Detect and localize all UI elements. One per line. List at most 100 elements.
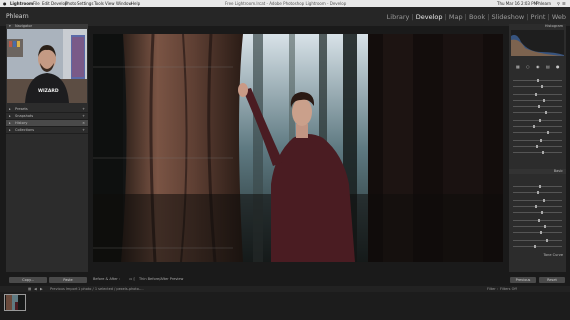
slider-thumb[interactable] [539, 185, 541, 188]
graduated-filter-icon[interactable]: ▤ [546, 64, 550, 69]
main-photo[interactable] [93, 34, 503, 262]
slider-track[interactable] [513, 131, 562, 134]
toolbar-text: Thin Before/After Preview [139, 277, 184, 281]
menu-photo[interactable]: Photo [65, 0, 76, 7]
tone-curve-header[interactable]: Tone Curve [509, 253, 566, 258]
slider-track[interactable] [513, 199, 562, 202]
slider-thumb[interactable] [541, 211, 543, 214]
previous-button[interactable]: Previous [510, 277, 536, 283]
slider-track[interactable] [513, 111, 562, 114]
slider-thumb[interactable] [540, 139, 542, 142]
module-book[interactable]: Book [469, 13, 485, 21]
slider-track[interactable] [513, 205, 562, 208]
copy-button[interactable]: Copy... [9, 277, 47, 283]
slider-thumb[interactable] [534, 245, 536, 248]
slider-track[interactable] [513, 191, 562, 194]
slider-thumb[interactable] [543, 99, 545, 102]
panel-snapshots[interactable]: ▸ Snapshots + [6, 113, 88, 120]
menu-view[interactable]: View [105, 0, 115, 7]
slider-track[interactable] [513, 219, 562, 222]
spot-removal-icon[interactable]: ○ [526, 64, 530, 69]
slider-track[interactable] [513, 145, 562, 148]
slider-track[interactable] [513, 79, 562, 82]
slider-track[interactable] [513, 245, 562, 248]
slider-thumb[interactable] [535, 205, 537, 208]
module-develop[interactable]: Develop [416, 13, 443, 21]
plus-icon[interactable]: + [82, 113, 85, 119]
slider-track[interactable] [513, 93, 562, 96]
slider-thumb[interactable] [540, 231, 542, 234]
panel-presets[interactable]: ▸ Presets + [6, 106, 88, 113]
slider-thumb[interactable] [535, 93, 537, 96]
slider-thumb[interactable] [533, 125, 535, 128]
slider-track[interactable] [513, 151, 562, 154]
menu-tools[interactable]: Tools [94, 0, 104, 7]
module-library[interactable]: Library [387, 13, 410, 21]
red-eye-icon[interactable]: ◉ [536, 64, 540, 69]
module-print[interactable]: Print [531, 13, 546, 21]
slider-thumb[interactable] [538, 219, 540, 222]
before-after-label[interactable]: Before & After : [93, 276, 120, 283]
module-map[interactable]: Map [449, 13, 463, 21]
right-panel: Histogram ▦ ○ ◉ ▤ ● Basic Tone Curve [509, 24, 566, 272]
slider-thumb[interactable] [538, 105, 540, 108]
menu-app[interactable]: Lightroom [10, 0, 33, 7]
develop-toolbar: Before & After : ▭ ▯ Thin Before/After P… [93, 276, 503, 283]
identity-plate: Phlearn [6, 13, 29, 20]
slider-thumb[interactable] [539, 119, 541, 122]
slider-track[interactable] [513, 211, 562, 214]
crop-icon[interactable]: ▦ [516, 64, 520, 69]
paste-button[interactable]: Paste [49, 277, 87, 283]
menu-window[interactable]: Window [116, 0, 132, 7]
slider-track[interactable] [513, 125, 562, 128]
slider-thumb[interactable] [542, 151, 544, 154]
menu-list-icon[interactable]: ☰ [562, 0, 566, 7]
module-slideshow[interactable]: Slideshow [491, 13, 524, 21]
slider-track[interactable] [513, 139, 562, 142]
panel-collections[interactable]: ▸ Collections + [6, 127, 88, 134]
slider-track[interactable] [513, 185, 562, 188]
slider-track[interactable] [513, 225, 562, 228]
slider-track[interactable] [513, 239, 562, 242]
slider-track[interactable] [513, 119, 562, 122]
menu-edit[interactable]: Edit [42, 0, 50, 7]
slider-thumb[interactable] [546, 239, 548, 242]
plus-icon[interactable]: + [82, 106, 85, 112]
search-icon[interactable]: ⚲ [557, 0, 560, 7]
panel-triangle-icon: ▸ [9, 121, 11, 125]
slider-thumb[interactable] [537, 79, 539, 82]
basic-header[interactable]: Basic [509, 169, 566, 174]
filmstrip-thumbnail[interactable] [4, 294, 26, 311]
slider-thumb[interactable] [537, 191, 539, 194]
slider-thumb[interactable] [544, 225, 546, 228]
slider-thumb[interactable] [543, 199, 545, 202]
module-separator: | [464, 13, 467, 21]
thumbnail-image [5, 295, 25, 310]
slider-thumb[interactable] [545, 111, 547, 114]
adjustment-brush-icon[interactable]: ● [556, 64, 560, 69]
plus-icon[interactable]: + [82, 127, 85, 133]
slider-track[interactable] [513, 231, 562, 234]
filmstrip [0, 292, 570, 320]
apple-icon[interactable]: ● [3, 0, 7, 7]
slider-thumb[interactable] [541, 85, 543, 88]
histogram-header[interactable]: Histogram [509, 24, 566, 29]
histogram [511, 30, 564, 56]
menu-help[interactable]: Help [131, 0, 140, 7]
close-icon[interactable]: × [82, 120, 85, 126]
reset-button[interactable]: Reset [539, 277, 565, 283]
module-web[interactable]: Web [552, 13, 566, 21]
slider-thumb[interactable] [547, 131, 549, 134]
slider-track[interactable] [513, 85, 562, 88]
slider-thumb[interactable] [536, 145, 538, 148]
module-picker: Library | Develop | Map | Book | Slidesh… [387, 13, 566, 21]
slider-track[interactable] [513, 99, 562, 102]
menu-settings[interactable]: Settings [77, 0, 93, 7]
slider-track[interactable] [513, 105, 562, 108]
basic-label: Basic [553, 169, 563, 173]
menu-file[interactable]: File [33, 0, 40, 7]
before-after-toggle[interactable]: ▭ ▯ [129, 276, 135, 283]
panel-history[interactable]: ▸ History × [6, 120, 88, 127]
webcam-overlay: WIZARD [7, 29, 87, 103]
panel-triangle-icon: ▸ [9, 128, 11, 132]
